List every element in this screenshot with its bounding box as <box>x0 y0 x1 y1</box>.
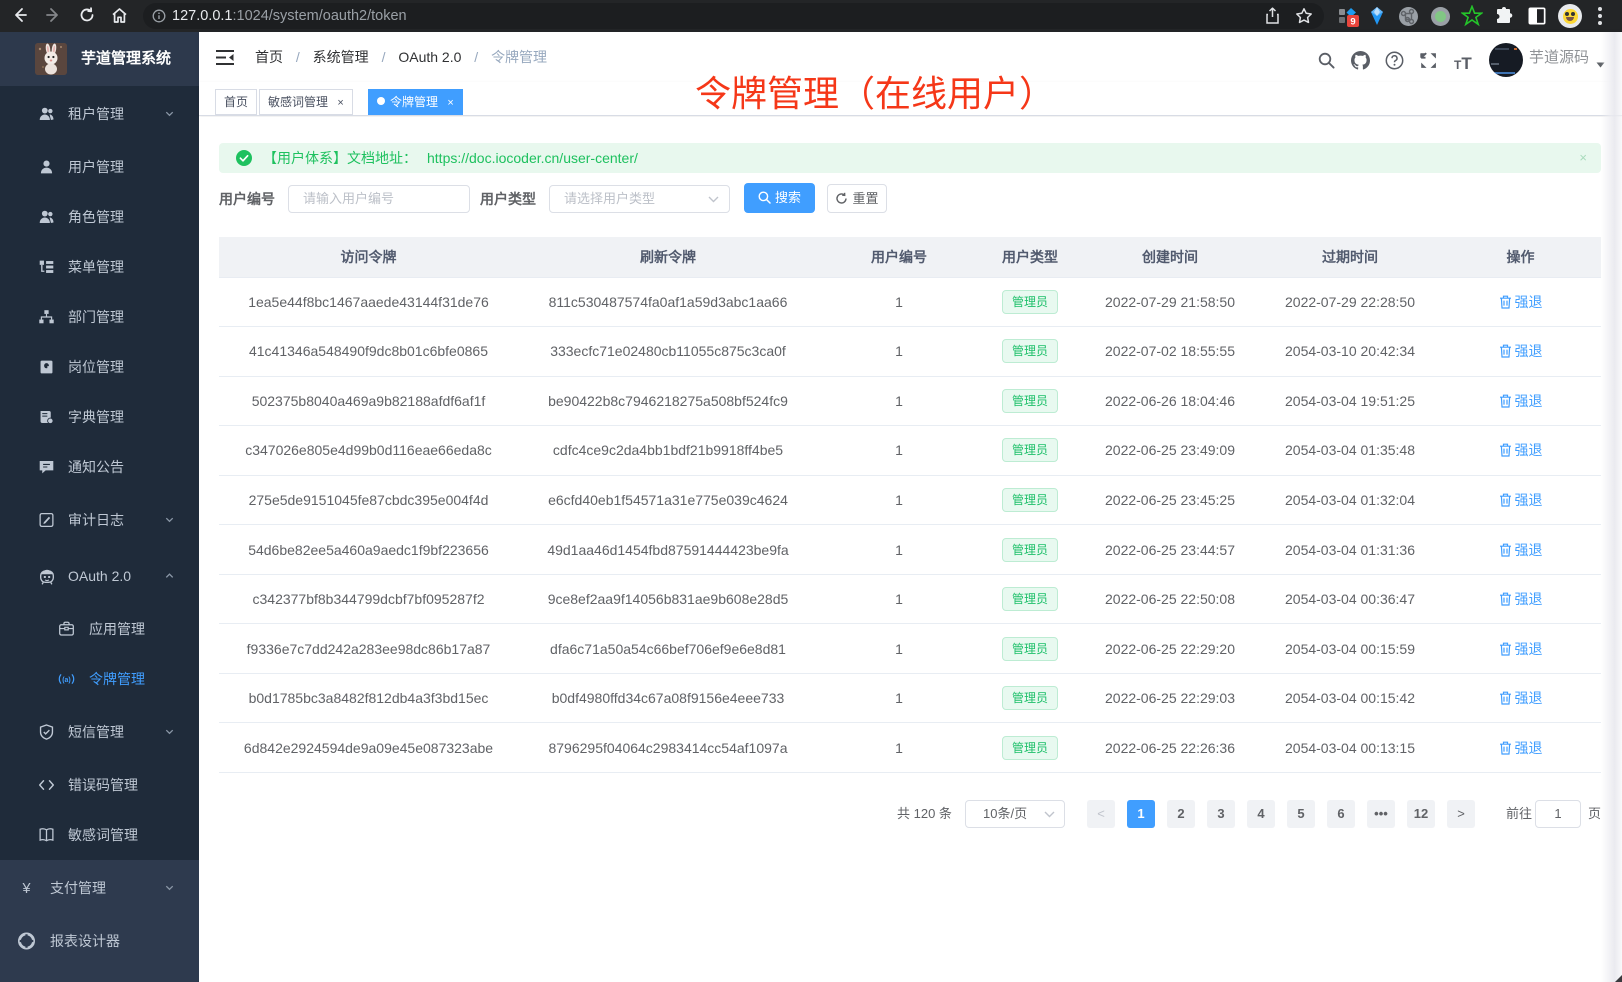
svg-text:9: 9 <box>1350 17 1355 28</box>
svg-text:(a): (a) <box>62 677 70 684</box>
svg-text:¥: ¥ <box>21 881 31 896</box>
